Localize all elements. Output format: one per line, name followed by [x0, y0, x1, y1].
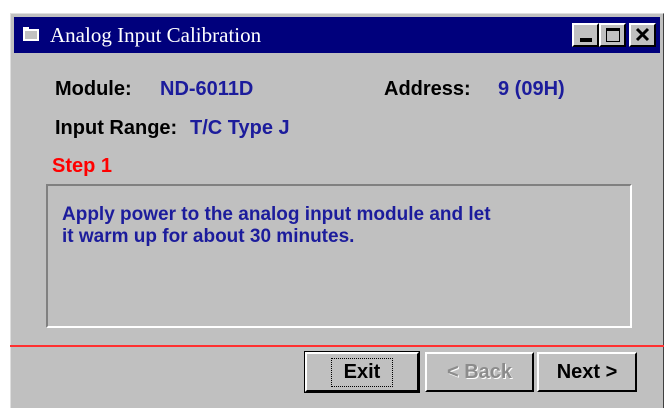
title-bar[interactable]: Analog Input Calibration [14, 17, 660, 53]
maximize-icon [606, 28, 620, 42]
close-button[interactable] [629, 23, 656, 47]
address-label: Address: [384, 78, 471, 100]
instruction-text: Apply power to the analog input module a… [62, 204, 622, 248]
input-range-label: Input Range: [55, 117, 178, 139]
minimize-icon [580, 38, 592, 42]
divider [10, 345, 664, 347]
module-label: Module: [55, 78, 132, 100]
next-button[interactable]: Next > [537, 352, 637, 392]
close-icon [635, 27, 650, 42]
instruction-panel: Apply power to the analog input module a… [46, 184, 632, 328]
back-button-label: < Back [446, 360, 513, 383]
address-value: 9 (09H) [498, 78, 565, 100]
maximize-button[interactable] [599, 23, 626, 47]
next-button-label: Next > [556, 360, 618, 383]
minimize-button[interactable] [572, 23, 599, 47]
exit-button-label: Exit [330, 357, 394, 387]
input-range-value: T/C Type J [190, 117, 290, 139]
exit-button[interactable]: Exit [304, 351, 420, 393]
instruction-line-2: it warm up for about 30 minutes. [62, 226, 355, 247]
back-button[interactable]: < Back [425, 352, 534, 392]
window-title: Analog Input Calibration [50, 22, 262, 47]
module-value: ND-6011D [160, 78, 254, 100]
app-icon [23, 27, 39, 41]
instruction-line-1: Apply power to the analog input module a… [62, 204, 491, 225]
window-controls [572, 23, 656, 47]
step-label: Step 1 [52, 155, 113, 177]
